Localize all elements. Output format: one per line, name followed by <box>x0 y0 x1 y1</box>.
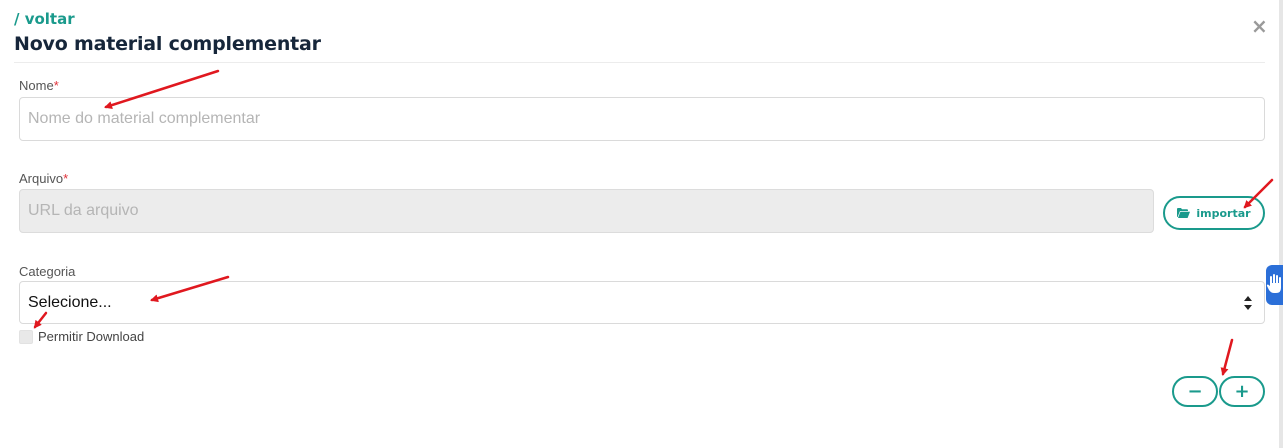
folder-open-icon <box>1177 208 1191 218</box>
plus-icon: + <box>1234 380 1250 402</box>
back-link[interactable]: / voltar <box>14 10 321 28</box>
arquivo-label: Arquivo* <box>19 171 68 187</box>
arquivo-label-text: Arquivo <box>19 171 64 186</box>
arrow-to-add <box>1220 338 1234 376</box>
nome-required-mark: * <box>53 78 59 93</box>
close-icon: × <box>1251 14 1268 38</box>
window-edge <box>1279 0 1283 448</box>
accessibility-hand-icon <box>1266 274 1283 305</box>
permitir-download-label: Permitir Download <box>38 329 145 344</box>
header-divider <box>14 62 1265 63</box>
import-button[interactable]: importar <box>1163 196 1265 230</box>
permitir-download-row: Permitir Download <box>19 329 144 345</box>
select-arrows-icon <box>1244 294 1252 312</box>
categoria-label: Categoria <box>19 264 76 279</box>
categoria-select[interactable]: Selecione... <box>19 281 1265 324</box>
nome-input[interactable] <box>19 97 1265 141</box>
modal-header: / voltar Novo material complementar <box>14 10 321 56</box>
remove-button[interactable]: − <box>1172 376 1218 407</box>
accessibility-widget[interactable] <box>1266 265 1283 305</box>
close-button[interactable]: × <box>1251 14 1268 38</box>
arquivo-required-mark: * <box>63 171 69 186</box>
nome-label-text: Nome <box>19 78 54 93</box>
minus-icon: − <box>1187 380 1203 402</box>
categoria-selected-value: Selecione... <box>28 293 112 311</box>
arquivo-url-input[interactable] <box>19 189 1154 233</box>
nome-label: Nome* <box>19 78 59 94</box>
add-button[interactable]: + <box>1219 376 1265 407</box>
permitir-download-checkbox[interactable] <box>19 330 33 344</box>
page-title: Novo material complementar <box>14 33 321 55</box>
import-button-label: importar <box>1196 206 1251 220</box>
